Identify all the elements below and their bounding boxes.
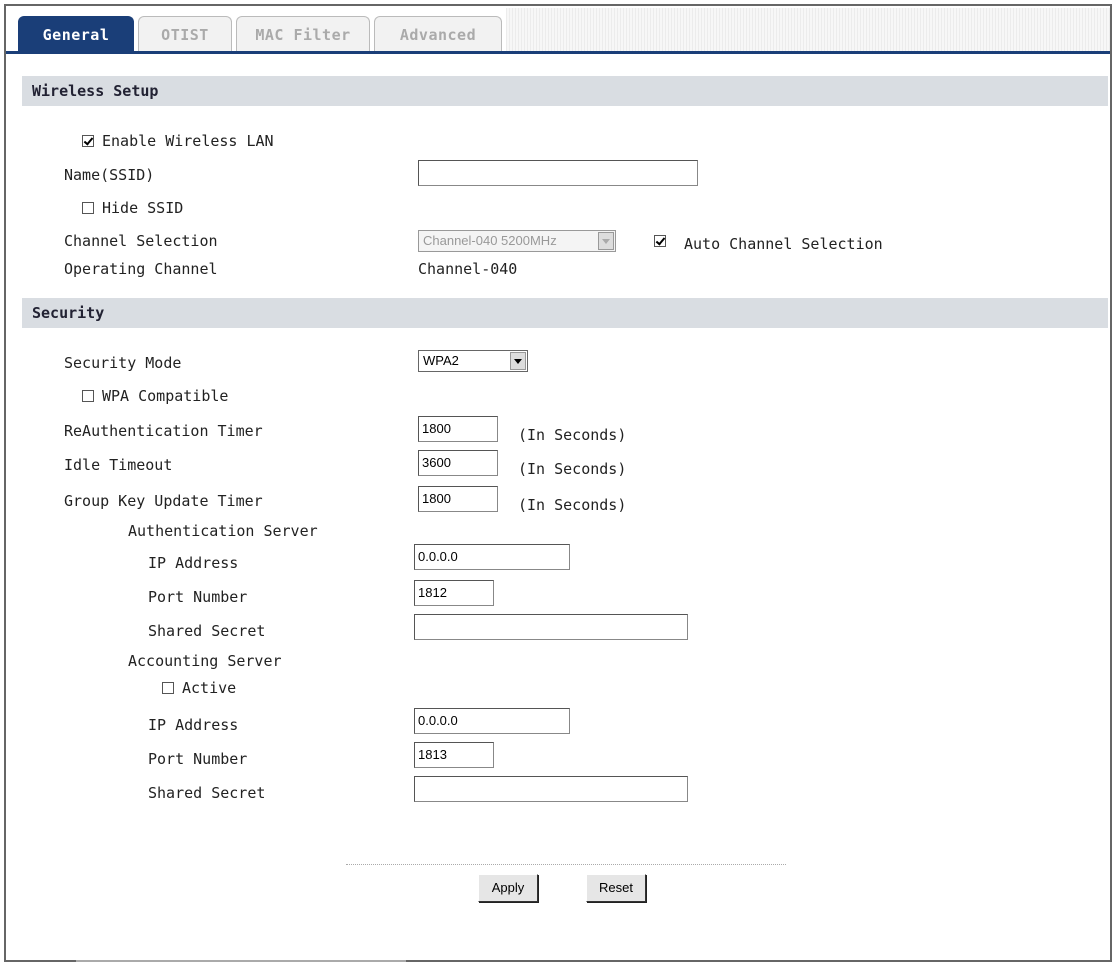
auth-ip-label: IP Address xyxy=(148,554,239,572)
acct-active-label: Active xyxy=(182,679,237,697)
acct-port-input[interactable]: 1813 xyxy=(414,742,494,768)
acct-server-heading: Accounting Server xyxy=(128,652,282,670)
acct-secret-input[interactable] xyxy=(414,776,688,802)
section-security: Security xyxy=(22,298,1108,328)
enable-wireless-checkbox[interactable] xyxy=(82,135,94,147)
tab-otist[interactable]: OTIST xyxy=(138,16,232,52)
auth-secret-label: Shared Secret xyxy=(148,622,266,640)
security-mode-value: WPA2 xyxy=(423,353,459,368)
reauth-timer-input[interactable]: 1800 xyxy=(418,416,498,442)
ssid-input[interactable] xyxy=(418,160,698,186)
reauth-timer-label: ReAuthentication Timer xyxy=(64,422,263,440)
security-mode-label: Security Mode xyxy=(64,354,182,372)
channel-select[interactable]: Channel-040 5200MHz xyxy=(418,230,616,252)
tab-bar: General OTIST MAC Filter Advanced xyxy=(6,6,1110,54)
idle-timeout-label: Idle Timeout xyxy=(64,456,173,474)
channel-select-value: Channel-040 5200MHz xyxy=(423,233,557,248)
auth-server-heading: Authentication Server xyxy=(128,522,318,540)
auth-secret-input[interactable] xyxy=(414,614,688,640)
reauth-timer-unit: (In Seconds) xyxy=(518,426,627,444)
chevron-down-icon xyxy=(510,352,526,370)
idle-timeout-input[interactable]: 3600 xyxy=(418,450,498,476)
acct-port-label: Port Number xyxy=(148,750,248,768)
acct-ip-label: IP Address xyxy=(148,716,239,734)
tab-advanced[interactable]: Advanced xyxy=(374,16,502,52)
wpa-compatible-checkbox[interactable] xyxy=(82,390,94,402)
reset-button[interactable]: Reset xyxy=(586,874,646,902)
tab-underline xyxy=(6,51,1110,54)
apply-button[interactable]: Apply xyxy=(478,874,538,902)
idle-timeout-unit: (In Seconds) xyxy=(518,460,627,478)
operating-channel-value: Channel-040 xyxy=(418,260,518,278)
footer-line xyxy=(76,960,406,962)
group-key-timer-unit: (In Seconds) xyxy=(518,496,627,514)
acct-secret-label: Shared Secret xyxy=(148,784,266,802)
auth-port-label: Port Number xyxy=(148,588,248,606)
tab-general[interactable]: General xyxy=(18,16,134,52)
hide-ssid-label: Hide SSID xyxy=(102,199,184,217)
chevron-down-icon xyxy=(598,232,614,250)
group-key-timer-label: Group Key Update Timer xyxy=(64,492,263,510)
tab-bar-background xyxy=(506,8,1110,52)
hide-ssid-checkbox[interactable] xyxy=(82,202,94,214)
channel-selection-label: Channel Selection xyxy=(64,232,218,250)
acct-ip-input[interactable]: 0.0.0.0 xyxy=(414,708,570,734)
auth-port-input[interactable]: 1812 xyxy=(414,580,494,606)
group-key-timer-input[interactable]: 1800 xyxy=(418,486,498,512)
enable-wireless-label: Enable Wireless LAN xyxy=(102,132,274,150)
ssid-label: Name(SSID) xyxy=(64,166,155,184)
auto-channel-checkbox[interactable] xyxy=(654,235,666,247)
button-divider xyxy=(346,864,786,865)
auto-channel-label: Auto Channel Selection xyxy=(684,235,883,253)
tab-mac-filter[interactable]: MAC Filter xyxy=(236,16,370,52)
auth-ip-input[interactable]: 0.0.0.0 xyxy=(414,544,570,570)
wpa-compatible-label: WPA Compatible xyxy=(102,387,229,405)
acct-active-checkbox[interactable] xyxy=(162,682,174,694)
security-mode-select[interactable]: WPA2 xyxy=(418,350,528,372)
section-wireless-setup: Wireless Setup xyxy=(22,76,1108,106)
wireless-settings-panel: General OTIST MAC Filter Advanced Wirele… xyxy=(4,4,1112,962)
operating-channel-label: Operating Channel xyxy=(64,260,218,278)
